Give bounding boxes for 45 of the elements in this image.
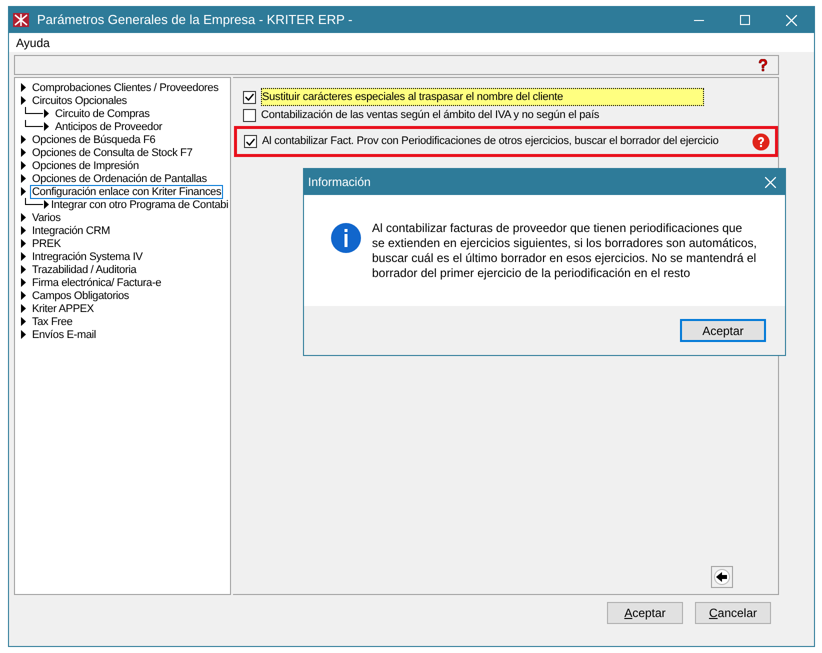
tree-item[interactable]: Opciones de Consulta de Stock F7 <box>30 146 194 160</box>
close-icon <box>786 14 796 26</box>
tree-item[interactable]: Opciones de Impresión <box>30 158 141 172</box>
tree-item[interactable]: Circuito de Compras <box>53 106 152 120</box>
left-arrow-icon <box>714 569 730 585</box>
checkbox[interactable] <box>244 135 257 148</box>
info-icon <box>330 222 362 254</box>
menu-item[interactable]: Ayuda <box>9 34 57 52</box>
window-title: Parámetros Generales de la Empresa - KRITER ERP - <box>37 11 352 30</box>
tree-item[interactable]: Intregración Systema IV <box>30 250 144 264</box>
tree-item[interactable]: Circuitos Opcionales <box>30 94 129 108</box>
help-icon[interactable] <box>752 132 770 150</box>
tree-item[interactable]: Opciones de Ordenación de Pantallas <box>30 172 209 186</box>
checkmark-icon <box>245 93 254 101</box>
maximize-icon <box>740 15 750 25</box>
dialog-title: Información <box>308 174 371 191</box>
app-logo-icon <box>13 13 29 27</box>
back-button[interactable] <box>711 566 733 588</box>
option-label: Contabilización de las ventas según el ámbito del IVA y no según el país <box>261 108 600 123</box>
close-icon <box>764 176 776 188</box>
tree-item[interactable]: Opciones de Búsqueda F6 <box>30 132 158 146</box>
checkbox[interactable] <box>243 90 256 104</box>
tree-item[interactable]: Kriter APPEX <box>30 302 96 316</box>
tree-item[interactable]: Anticipos de Proveedor <box>53 120 164 134</box>
tree-item[interactable]: Integración CRM <box>30 224 112 238</box>
tree-item[interactable]: Envíos E-mail <box>30 328 98 342</box>
option-label: Sustituir carácteres especiales al traspasar el nombre del cliente <box>261 88 704 106</box>
dialog-message: Al contabilizar facturas de proveedor que tienen periodificaciones que se extienden en ejercicios siguientes, si los borradores son automáticos, buscar cuál es el último borrador en esos ejercicios. No se mantendrá el borrador del primer ejercicio de la periodificación en el resto <box>372 221 757 281</box>
accept-button[interactable]: Cancelar <box>695 602 771 624</box>
option-label: Al contabilizar Fact. Prov con Periodificaciones de otros ejercicios, buscar el borrador del ejercicio <box>262 134 718 150</box>
tree-item[interactable]: Tax Free <box>30 314 74 328</box>
tree-item[interactable]: Varios <box>30 210 63 224</box>
help-icon[interactable] <box>756 58 770 72</box>
tree-item[interactable]: Firma electrónica/ Factura-e <box>30 276 164 290</box>
accept-button[interactable]: Aceptar <box>680 319 766 342</box>
tree-item[interactable]: PREK <box>30 236 63 250</box>
tree-item[interactable]: Trazabilidad / Auditoria <box>30 262 138 276</box>
tree-item[interactable]: Integrar con otro Programa de Contabi <box>49 198 230 212</box>
expand-arrow-icon[interactable] <box>44 200 49 209</box>
accept-button[interactable]: Aceptar <box>607 602 683 624</box>
checkmark-icon <box>246 138 255 146</box>
checkbox[interactable] <box>243 108 256 122</box>
tree-item[interactable]: Campos Obligatorios <box>30 288 132 302</box>
tree-item[interactable]: Comprobaciones Clientes / Proveedores <box>30 80 220 94</box>
tree-item[interactable]: Configuración enlace con Kriter Finances <box>30 184 224 198</box>
